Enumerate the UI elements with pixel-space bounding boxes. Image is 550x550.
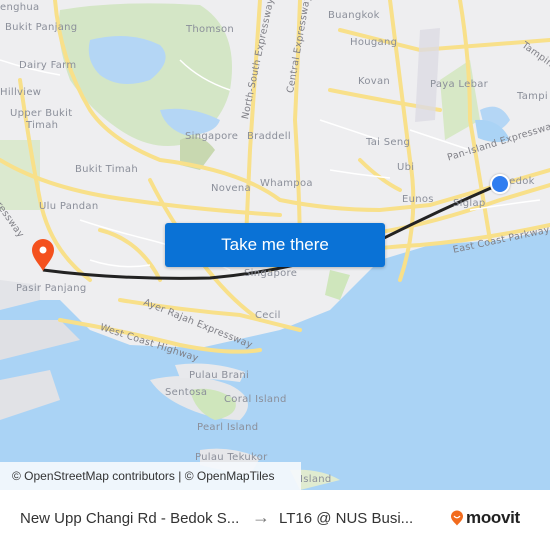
map-label: Braddell	[247, 131, 291, 142]
map-label: Hillview	[0, 87, 42, 98]
map-label: Ubi	[397, 162, 415, 173]
map-label: Pearl Island	[197, 422, 259, 433]
map-label: Coral Island	[224, 394, 287, 405]
map[interactable]: enghua Bukit Panjang Dairy Farm Hillview…	[0, 0, 550, 490]
map-label: Pasir Panjang	[16, 283, 87, 294]
map-label: enghua	[0, 2, 40, 13]
map-label: Novena	[211, 183, 251, 194]
map-label: Eunos	[402, 194, 434, 205]
map-attribution[interactable]: © OpenStreetMap contributors | © OpenMap…	[0, 462, 301, 490]
origin-name: New Upp Changi Rd - Bedok S...	[20, 510, 240, 527]
destination-marker[interactable]	[30, 238, 56, 272]
map-label: Bukit Panjang	[5, 22, 78, 33]
destination-name: LT16 @ NUS Busi...	[279, 510, 414, 527]
map-label: Tampi	[517, 91, 548, 102]
map-label: Singapore	[244, 268, 298, 279]
map-label: Siglap	[453, 198, 486, 209]
map-label: Paya Lebar	[430, 79, 489, 90]
map-label: Sentosa	[165, 387, 208, 398]
map-label: Upper Bukit	[10, 108, 73, 119]
orange-pin-icon	[32, 239, 54, 271]
map-label: Whampoa	[260, 178, 313, 189]
map-label: Timah	[26, 120, 59, 131]
map-label: Pulau Brani	[189, 370, 250, 381]
map-label: Island	[300, 474, 332, 485]
map-label: Bukit Timah	[75, 164, 138, 175]
take-me-there-button[interactable]: Take me there	[165, 223, 385, 267]
map-label: Ulu Pandan	[39, 201, 99, 212]
map-label: Hougang	[350, 37, 398, 48]
arrow-right-icon: →	[252, 507, 270, 527]
map-label: Dairy Farm	[19, 60, 77, 71]
map-label: Buangkok	[328, 10, 380, 21]
map-label: Kovan	[358, 76, 391, 87]
map-label: Cecil	[255, 310, 281, 321]
origin-marker[interactable]	[490, 174, 510, 194]
map-label: Singapore	[185, 131, 239, 142]
moovit-logo[interactable]: moovit	[450, 508, 520, 528]
moovit-wordmark: moovit	[466, 508, 520, 527]
map-label: Tai Seng	[366, 137, 411, 148]
map-label: Thomson	[186, 24, 235, 35]
moovit-pin-icon	[451, 510, 463, 526]
